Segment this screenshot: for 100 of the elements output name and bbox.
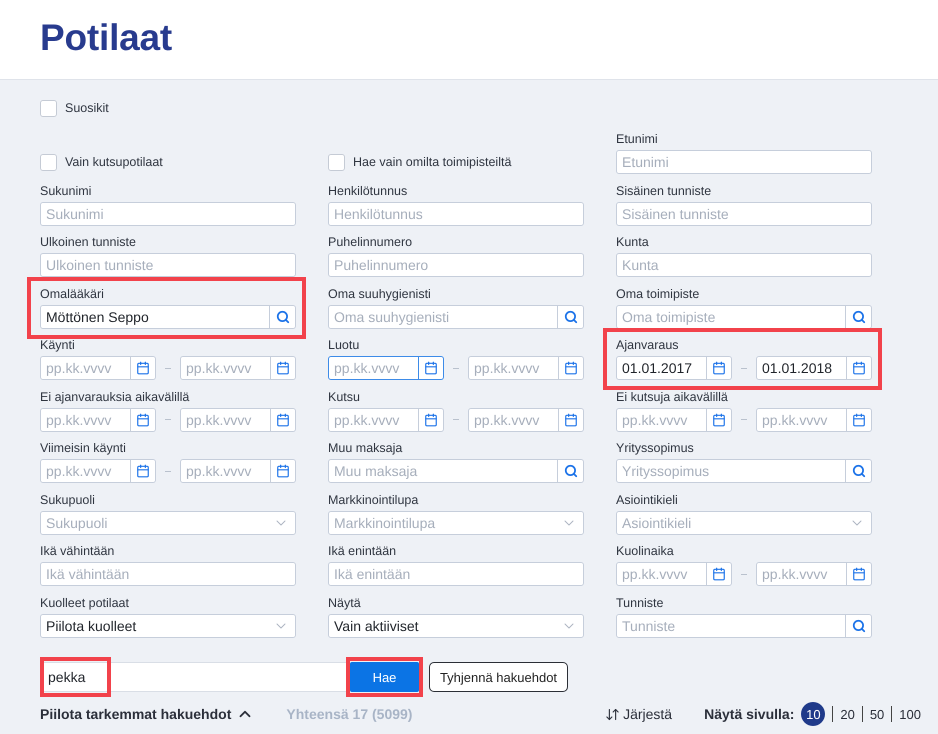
search-button[interactable] (270, 304, 296, 328)
date-field[interactable]: pp.kk.vvvv (468, 356, 559, 380)
page-size-option[interactable]: 10 (801, 702, 826, 726)
field-label: Ulkoinen tunniste (40, 234, 136, 251)
field-label: Oma suuhygienisti (328, 286, 431, 302)
calendar-button[interactable] (847, 356, 872, 380)
calendar-button[interactable] (271, 356, 296, 380)
lookup-field[interactable]: Yrityssopimus (616, 459, 846, 483)
results-total: Yhteensä 17 (5099) (286, 706, 412, 722)
field-label: Ei kutsuja aikavälillä (616, 388, 728, 406)
date-field[interactable]: pp.kk.vvvv (616, 408, 707, 432)
text-field[interactable]: Ikä vähintään (40, 562, 296, 586)
text-field[interactable]: Puhelinnumero (328, 253, 584, 277)
date-field[interactable]: pp.kk.vvvv (180, 408, 271, 432)
lookup-field[interactable]: Möttönen Seppo (40, 304, 270, 328)
search-icon (852, 618, 866, 632)
date-field[interactable]: pp.kk.vvvv (40, 356, 131, 380)
calendar-icon (136, 464, 150, 478)
date-field[interactable]: pp.kk.vvvv (468, 408, 559, 432)
calendar-button[interactable] (131, 356, 156, 380)
field-label: Omalääkäri (40, 286, 104, 302)
calendar-icon (852, 412, 866, 426)
search-button[interactable] (846, 304, 872, 328)
field-label: Puhelinnumero (328, 234, 412, 251)
checkbox-label: Suosikit (65, 101, 109, 115)
sort-icon (605, 706, 620, 722)
lookup-field[interactable]: Oma suuhygienisti (328, 304, 558, 328)
search-button[interactable] (558, 304, 584, 328)
calendar-button[interactable] (271, 459, 296, 483)
text-field[interactable]: Henkilötunnus (328, 202, 584, 226)
search-button[interactable] (846, 614, 872, 638)
calendar-icon (276, 412, 290, 426)
field-label: Markkinointilupa (328, 492, 418, 508)
checkbox[interactable] (40, 154, 57, 170)
lookup-field[interactable]: Muu maksaja (328, 459, 558, 483)
search-button[interactable]: Hae (350, 662, 419, 692)
page-size-label: Näytä sivulla: (704, 706, 794, 722)
clear-filters-button[interactable]: Tyhjennä hakuehdot (429, 662, 568, 692)
calendar-button[interactable] (707, 356, 732, 380)
date-field[interactable]: pp.kk.vvvv (756, 562, 847, 586)
field-label: Luotu (328, 337, 360, 354)
calendar-icon (712, 412, 726, 426)
field-label: Kuolleet potilaat (40, 594, 129, 612)
select-field[interactable]: Piilota kuolleet (40, 614, 296, 638)
calendar-button[interactable] (559, 408, 584, 432)
field-label: Kutsu (328, 388, 360, 406)
text-field[interactable]: Sisäinen tunniste (616, 202, 872, 226)
search-icon (852, 310, 866, 324)
date-field[interactable]: 01.01.2017 (616, 356, 707, 380)
calendar-button[interactable] (271, 408, 296, 432)
sort-button[interactable]: Järjestä (605, 706, 672, 722)
date-field[interactable]: pp.kk.vvvv (328, 408, 419, 432)
date-field[interactable]: pp.kk.vvvv (616, 562, 707, 586)
calendar-icon (564, 412, 578, 426)
calendar-button[interactable] (419, 408, 444, 432)
checkbox[interactable] (328, 154, 345, 170)
filters-toggle[interactable]: Piilota tarkemmat hakuehdot (40, 705, 254, 723)
date-field[interactable]: pp.kk.vvvv (180, 356, 271, 380)
page-size-option[interactable]: 50 (870, 704, 884, 724)
text-field[interactable]: Ulkoinen tunniste (40, 253, 296, 277)
page-size-option[interactable]: 100 (899, 704, 921, 724)
field-label: Henkilötunnus (328, 182, 408, 200)
calendar-button[interactable] (131, 408, 156, 432)
calendar-icon (564, 361, 578, 375)
text-field[interactable]: Ikä enintään (328, 562, 584, 586)
calendar-button[interactable] (559, 356, 584, 380)
checkbox-label: Vain kutsupotilaat (65, 155, 163, 169)
calendar-button[interactable] (847, 408, 872, 432)
date-field[interactable]: pp.kk.vvvv (40, 459, 131, 483)
lookup-field[interactable]: Oma toimipiste (616, 304, 846, 328)
date-field[interactable]: pp.kk.vvvv (180, 459, 271, 483)
field-label: Viimeisin käynti (40, 440, 126, 457)
date-field[interactable]: 01.01.2018 (756, 356, 847, 380)
search-button[interactable] (558, 459, 584, 483)
date-field[interactable]: pp.kk.vvvv (40, 408, 131, 432)
text-field[interactable]: Kunta (616, 253, 872, 277)
field-label: Yrityssopimus (616, 440, 694, 457)
search-icon (276, 310, 290, 324)
calendar-icon (712, 361, 726, 375)
field-label: Sukunimi (40, 182, 92, 200)
text-field[interactable]: Etunimi (616, 150, 872, 174)
calendar-button[interactable] (131, 459, 156, 483)
calendar-button[interactable] (707, 562, 732, 586)
calendar-icon (852, 567, 866, 581)
field-label: Asiointikieli (616, 492, 678, 508)
field-label: Sisäinen tunniste (616, 182, 712, 200)
date-field[interactable]: pp.kk.vvvv (756, 408, 847, 432)
calendar-button[interactable] (847, 562, 872, 586)
calendar-button[interactable] (419, 356, 444, 380)
page-size-option[interactable]: 20 (840, 704, 855, 724)
search-button[interactable] (846, 459, 872, 483)
field-label: Ikä enintään (328, 543, 396, 560)
checkbox[interactable] (40, 100, 57, 116)
select-field[interactable]: Vain aktiiviset (328, 614, 584, 638)
field-label: Näytä (328, 594, 361, 612)
calendar-button[interactable] (707, 408, 732, 432)
field-label: Ajanvaraus (616, 337, 679, 354)
date-field[interactable]: pp.kk.vvvv (328, 356, 419, 380)
lookup-field[interactable]: Tunniste (616, 614, 846, 638)
text-field[interactable]: Sukunimi (40, 202, 296, 226)
